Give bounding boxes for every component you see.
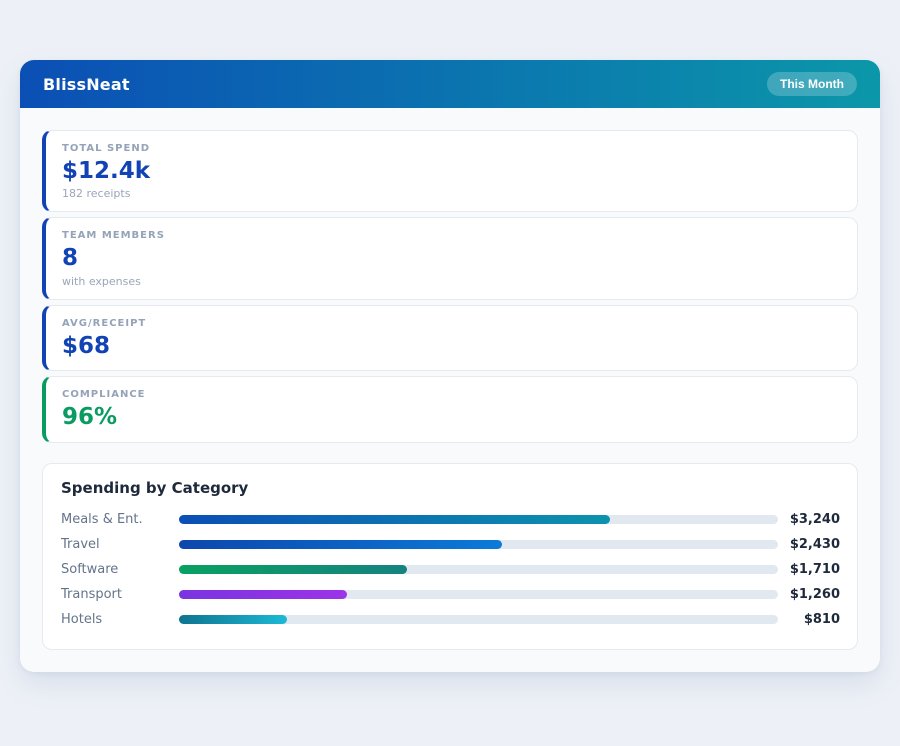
stat-subtext: with expenses xyxy=(62,275,841,288)
stat-card-compliance: COMPLIANCE 96% xyxy=(42,376,858,442)
month-badge[interactable]: This Month xyxy=(767,72,857,96)
category-row-travel: Travel $2,430 xyxy=(61,537,840,553)
stat-value: 96% xyxy=(62,404,841,430)
category-value: $2,430 xyxy=(778,537,840,552)
stat-value: $68 xyxy=(62,333,841,359)
category-bar-fill xyxy=(179,515,610,524)
category-bar-fill xyxy=(179,565,407,574)
stat-label: TOTAL SPEND xyxy=(62,143,841,154)
dashboard-panel: BlissNeat This Month TOTAL SPEND $12.4k … xyxy=(20,60,880,672)
category-label: Hotels xyxy=(61,612,179,627)
stat-label: AVG/RECEIPT xyxy=(62,318,841,329)
stat-card-team-members: TEAM MEMBERS 8 with expenses xyxy=(42,217,858,299)
category-label: Meals & Ent. xyxy=(61,512,179,527)
category-row-software: Software $1,710 xyxy=(61,562,840,578)
category-bar-fill xyxy=(179,615,287,624)
category-label: Transport xyxy=(61,587,179,602)
stat-subtext: 182 receipts xyxy=(62,187,841,200)
stat-card-total-spend: TOTAL SPEND $12.4k 182 receipts xyxy=(42,130,858,212)
category-label: Travel xyxy=(61,537,179,552)
category-bar-track xyxy=(179,565,778,574)
chart-title: Spending by Category xyxy=(61,479,840,497)
stat-value: $12.4k xyxy=(62,158,841,184)
category-value: $3,240 xyxy=(778,512,840,527)
category-row-transport: Transport $1,260 xyxy=(61,587,840,603)
app-title: BlissNeat xyxy=(43,75,130,94)
category-value: $810 xyxy=(778,612,840,627)
dashboard-content: TOTAL SPEND $12.4k 182 receipts TEAM MEM… xyxy=(20,108,880,672)
category-bar-track xyxy=(179,615,778,624)
category-value: $1,260 xyxy=(778,587,840,602)
category-value: $1,710 xyxy=(778,562,840,577)
category-bar-fill xyxy=(179,590,347,599)
stat-value: 8 xyxy=(62,245,841,271)
category-bar-track xyxy=(179,515,778,524)
stat-card-avg-receipt: AVG/RECEIPT $68 xyxy=(42,305,858,371)
category-bar-track xyxy=(179,590,778,599)
category-label: Software xyxy=(61,562,179,577)
spending-by-category-card: Spending by Category Meals & Ent. $3,240… xyxy=(42,463,858,650)
category-rows: Meals & Ent. $3,240 Travel $2,430 Softwa… xyxy=(61,512,840,628)
category-bar-track xyxy=(179,540,778,549)
category-row-meals: Meals & Ent. $3,240 xyxy=(61,512,840,528)
app-header: BlissNeat This Month xyxy=(20,60,880,108)
stat-label: TEAM MEMBERS xyxy=(62,230,841,241)
stat-label: COMPLIANCE xyxy=(62,389,841,400)
category-row-hotels: Hotels $810 xyxy=(61,612,840,628)
category-bar-fill xyxy=(179,540,502,549)
